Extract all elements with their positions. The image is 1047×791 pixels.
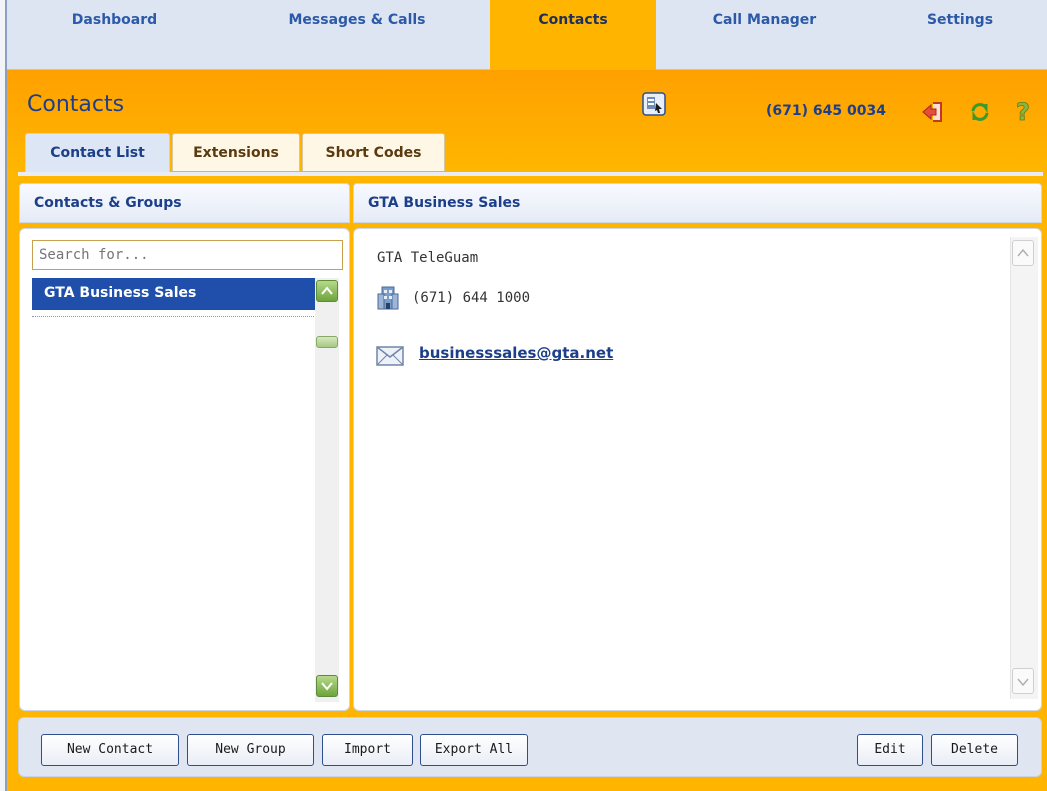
nav-tab-label: Contacts: [538, 12, 608, 28]
tab-label: Short Codes: [325, 145, 422, 161]
refresh-icon[interactable]: [968, 100, 992, 124]
nav-tab-messages-calls[interactable]: Messages & Calls: [222, 0, 492, 70]
chevron-down-icon: [1017, 678, 1029, 687]
tab-extensions[interactable]: Extensions: [172, 133, 300, 171]
delete-button[interactable]: Delete: [931, 734, 1018, 766]
scroll-down-button[interactable]: [1012, 668, 1034, 694]
account-phone-number: (671) 645 0034: [766, 103, 886, 119]
tab-label: Extensions: [193, 145, 279, 161]
svg-text:?: ?: [1016, 98, 1030, 124]
contact-card-icon[interactable]: [642, 92, 666, 116]
contacts-groups-header: Contacts & Groups: [19, 183, 350, 223]
page-title: Contacts: [27, 92, 125, 117]
export-all-button[interactable]: Export All: [420, 734, 528, 766]
logout-icon[interactable]: [920, 100, 944, 124]
contact-detail-header: GTA Business Sales: [353, 183, 1042, 223]
edit-button[interactable]: Edit: [857, 734, 923, 766]
top-navigation: Dashboard Messages & Calls Contacts Call…: [7, 0, 1047, 70]
import-button[interactable]: Import: [322, 734, 413, 766]
nav-tab-dashboard[interactable]: Dashboard: [7, 0, 222, 70]
scroll-down-button[interactable]: [316, 675, 338, 697]
chevron-up-icon: [1017, 248, 1029, 257]
nav-tab-call-manager[interactable]: Call Manager: [656, 0, 873, 70]
contact-company: GTA TeleGuam: [377, 250, 479, 266]
panel-title: GTA Business Sales: [368, 195, 521, 211]
nav-tab-settings[interactable]: Settings: [873, 0, 1047, 70]
list-item-gta-business-sales[interactable]: GTA Business Sales: [32, 278, 316, 310]
window-left-edge: [0, 0, 7, 791]
nav-tab-label: Dashboard: [71, 12, 158, 28]
nav-tab-label: Settings: [926, 12, 994, 28]
building-icon: [377, 286, 399, 314]
tab-contact-list[interactable]: Contact List: [25, 133, 170, 173]
right-scrollbar[interactable]: [1010, 237, 1038, 699]
chevron-down-icon: [321, 682, 333, 691]
panel-title: Contacts & Groups: [34, 195, 182, 211]
nav-tab-contacts[interactable]: Contacts: [490, 0, 656, 70]
scroll-up-button[interactable]: [316, 280, 338, 302]
list-divider: [32, 316, 316, 317]
search-input[interactable]: [32, 240, 343, 270]
new-contact-button[interactable]: New Contact: [41, 734, 179, 766]
scroll-up-button[interactable]: [1012, 240, 1034, 266]
contact-phone: (671) 644 1000: [412, 290, 531, 306]
tab-label: Contact List: [50, 145, 145, 161]
list-item-label: GTA Business Sales: [44, 285, 197, 301]
page-header: Contacts (671) 645 0034 ? Contact List E…: [7, 70, 1047, 180]
tab-divider: [18, 172, 1043, 176]
chevron-up-icon: [321, 286, 333, 295]
scroll-thumb[interactable]: [316, 336, 338, 348]
contact-email-link[interactable]: businesssales@gta.net: [419, 344, 613, 362]
app-frame: Dashboard Messages & Calls Contacts Call…: [7, 0, 1047, 791]
tab-short-codes[interactable]: Short Codes: [302, 133, 445, 171]
nav-tab-label: Messages & Calls: [288, 12, 426, 28]
help-icon[interactable]: ?: [1012, 98, 1036, 127]
envelope-icon: [376, 346, 404, 370]
nav-tab-label: Call Manager: [712, 12, 817, 28]
new-group-button[interactable]: New Group: [187, 734, 314, 766]
